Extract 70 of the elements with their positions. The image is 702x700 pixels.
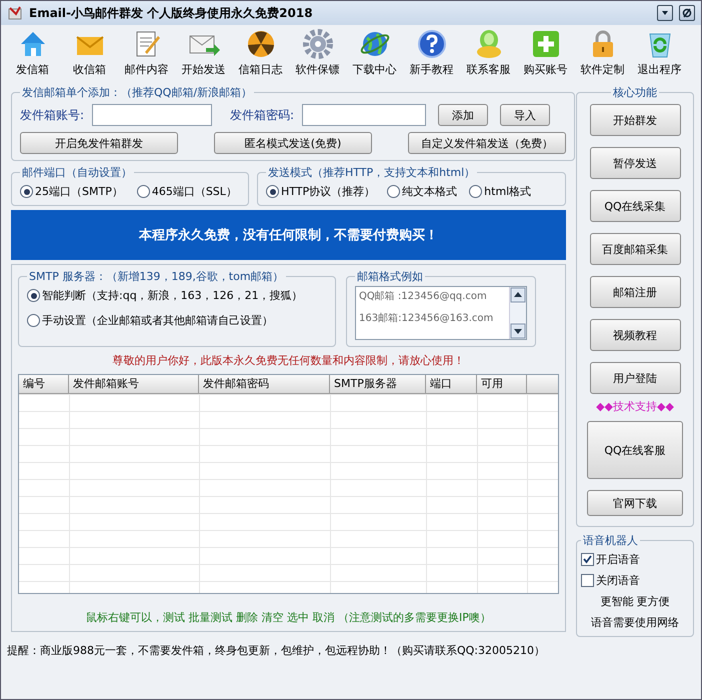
column-header[interactable]: 可用	[477, 375, 527, 393]
toolbar-button[interactable]: 软件保镖	[290, 25, 345, 81]
radio-button[interactable]: 465端口（SSL）	[136, 184, 237, 199]
input-field[interactable]	[302, 104, 426, 126]
toolbar-button[interactable]: 购买账号	[518, 25, 573, 81]
action-button[interactable]: 官网下载	[587, 490, 683, 516]
column-header[interactable]: 端口	[426, 375, 477, 393]
action-button[interactable]: 百度邮箱采集	[590, 233, 680, 265]
toolbar-icon	[302, 28, 334, 60]
column-header[interactable]: 编号	[19, 375, 69, 393]
action-button[interactable]: 视频教程	[590, 319, 680, 351]
toolbar-button[interactable]: 收信箱	[62, 25, 117, 81]
field-label: 发件箱密码:	[230, 106, 294, 124]
info-text: 更智能 更方便	[599, 594, 671, 609]
notice-text: 尊敬的用户你好，此版本永久免费无任何数量和内容限制，请放心使用！	[112, 353, 466, 368]
column-header[interactable]: 发件邮箱密码	[199, 375, 330, 393]
action-button[interactable]: 导入	[500, 104, 550, 126]
support-label: ◆◆技术支持◆◆	[595, 399, 675, 414]
toolbar-button[interactable]: 软件定制	[575, 25, 630, 81]
toolbar-button[interactable]: 下载中心	[347, 25, 402, 81]
action-button[interactable]: QQ在线客服	[587, 421, 683, 479]
group-title: 邮箱格式例如	[356, 269, 424, 284]
group-title: 发送模式（推荐HTTP，支持文本和html）	[267, 165, 476, 180]
toolbar-button[interactable]: 开始发送	[176, 25, 231, 81]
banner: 本程序永久免费，没有任何限制，不需要付费购买！	[11, 210, 566, 260]
toolbar-button[interactable]: 邮件内容	[119, 25, 174, 81]
toolbar-button[interactable]: 发信箱	[5, 25, 60, 81]
toolbar-button[interactable]: 联系客服	[461, 25, 516, 81]
checkbox[interactable]: 关闭语音	[581, 573, 689, 588]
toolbar-button[interactable]: 信箱日志	[233, 25, 288, 81]
field-label: 发件箱账号:	[20, 106, 84, 124]
column-header[interactable]: SMTP服务器	[330, 375, 426, 393]
group-title: 邮件端口（自动设置）	[21, 165, 133, 180]
action-button[interactable]: 用户登陆	[590, 362, 680, 394]
action-button[interactable]: 暂停发送	[590, 147, 680, 179]
action-button[interactable]: 自定义发件箱发送（免费）	[408, 132, 566, 154]
scrollbar[interactable]	[509, 287, 526, 339]
toolbar-button[interactable]: 退出程序	[632, 25, 687, 81]
slashed-circle-icon	[682, 8, 692, 18]
radio-button[interactable]: 手动设置（企业邮箱或者其他邮箱请自己设置）	[27, 313, 327, 328]
group-title: SMTP 服务器：（新增139，189,谷歌，tom邮箱）	[28, 269, 285, 284]
radio-button[interactable]: 纯文本格式	[387, 184, 458, 199]
window-title: Email-小鸟邮件群发 个人版终身使用永久免费2018	[29, 4, 314, 22]
status-text: 提醒：商业版988元一套，不需要发件箱，终身包更新，包维护，包远程协助！（购买请联系QQ:32005210）	[6, 643, 546, 658]
action-button[interactable]: 开始群发	[590, 104, 680, 136]
column-header[interactable]: 发件邮箱账号	[69, 375, 199, 393]
toolbar-icon	[416, 28, 448, 60]
action-button[interactable]: 邮箱注册	[590, 276, 680, 308]
action-button[interactable]: QQ在线采集	[590, 190, 680, 222]
action-button[interactable]: 添加	[438, 104, 488, 126]
text-area[interactable]: QQ邮箱 :123456@qq.com 163邮箱:123456@163.com	[355, 286, 527, 340]
group-title: 发信邮箱单个添加：（推荐QQ邮箱/新浪邮箱）	[21, 85, 254, 100]
app-icon	[7, 5, 23, 21]
radio-button[interactable]: HTTP协议（推荐）	[266, 184, 376, 199]
close-button[interactable]	[679, 5, 695, 21]
scroll-up-icon[interactable]	[510, 287, 526, 303]
radio-button[interactable]: html格式	[469, 184, 532, 199]
toolbar-button[interactable]: 新手教程	[404, 25, 459, 81]
group-title: 核心功能	[612, 85, 658, 100]
input-field[interactable]	[92, 104, 212, 126]
action-button[interactable]: 开启免发件箱群发	[20, 132, 178, 154]
action-button[interactable]: 匿名模式发送(免费)	[214, 132, 372, 154]
checkbox[interactable]: 开启语音	[581, 552, 689, 567]
scroll-down-icon[interactable]	[510, 323, 526, 339]
group-title: 语音机器人	[582, 533, 639, 548]
minimize-button[interactable]	[657, 5, 673, 21]
radio-button[interactable]: 智能判断（支持:qq，新浪，163，126，21，搜狐）	[27, 288, 327, 303]
radio-button[interactable]: 25端口（SMTP）	[20, 184, 123, 199]
hint-text: 鼠标右键可以，测试 批量测试 删除 清空 选中 取消 （注意测试的多需要更换IP噢）	[85, 610, 492, 625]
info-text: 语音需要使用网络	[590, 615, 680, 630]
